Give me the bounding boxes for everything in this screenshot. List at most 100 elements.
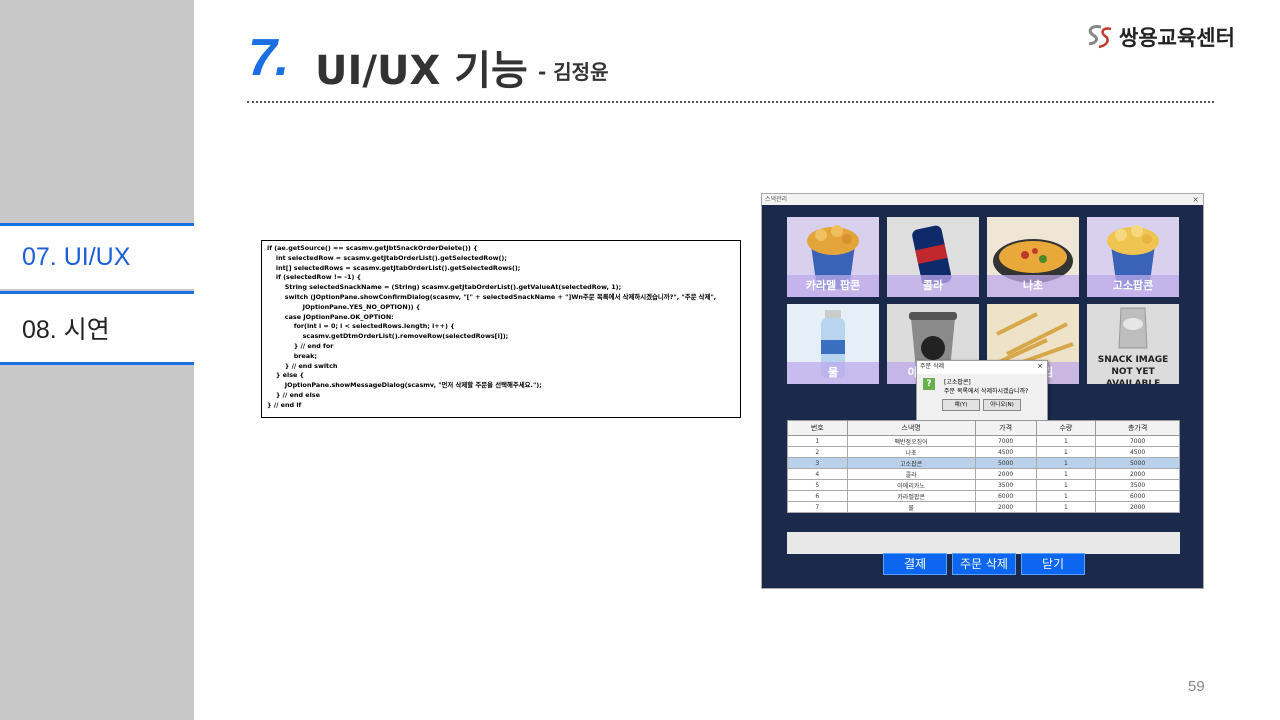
sidebar-item-demo[interactable]: 08. 시연 (0, 291, 194, 365)
table-cell: 2000 (974, 468, 1037, 480)
code-line: JOptionPane.showMessageDialog(scasmv, "먼… (267, 381, 542, 390)
table-cell: 4500 (1095, 446, 1180, 458)
column-header[interactable]: 가격 (974, 420, 1037, 436)
delete-order-button[interactable]: 주문 삭제 (952, 553, 1016, 575)
snack-label: 카라멜 팝콘 (787, 275, 879, 297)
table-row[interactable]: 4 콜라 2000 1 2000 (787, 468, 1180, 480)
table-cell: 1 (1035, 435, 1097, 447)
table-cell: 고소팝콘 (846, 457, 976, 469)
sidebar-item-label: 07. UI/UX (22, 243, 131, 271)
table-row[interactable]: 6 카라멜팝콘 6000 1 6000 (787, 490, 1180, 502)
code-line: case JOptionPane.OK_OPTION: (267, 312, 394, 321)
code-snippet: if (ae.getSource() == scasmv.getJbtSnack… (261, 240, 741, 418)
app-screenshot: 스낵관리 × 카라멜 팝콘 콜라 나초 고소팝콘 물 SNACK IMAGE N… (761, 193, 1204, 589)
code-line: switch (JOptionPane.showConfirmDialog(sc… (267, 292, 717, 301)
table-cell: 1 (1035, 501, 1097, 513)
table-empty-area (787, 532, 1180, 554)
table-cell: 카라멜팝콘 (846, 490, 976, 502)
snack-card-savory-popcorn[interactable]: 고소팝콘 (1087, 217, 1179, 297)
logo-text: 쌍용교육센터 (1119, 26, 1235, 50)
dialog-yes-button[interactable]: 예(Y) (942, 399, 980, 411)
sidebar-item-label: 08. 시연 (22, 316, 110, 344)
title-divider (247, 101, 1214, 103)
dialog-title: 주문 삭제 (920, 363, 944, 370)
pay-button[interactable]: 결제 (883, 553, 947, 575)
dialog-message-line2: 주문 목록에서 삭제하시겠습니까? (944, 388, 1029, 395)
column-header[interactable]: 총가격 (1095, 420, 1180, 436)
code-line: JOptionPane.YES_NO_OPTION)) { (267, 302, 421, 311)
page-subtitle: - 김정윤 (538, 60, 609, 84)
code-line: scasmv.getDtmOrderList().removeRow(selec… (267, 332, 509, 341)
table-cell: 6000 (1095, 490, 1180, 502)
code-line: } // end for (267, 341, 334, 350)
table-cell: 1 (1035, 446, 1097, 458)
snack-label: 물 (787, 362, 879, 384)
column-header[interactable]: 수량 (1035, 420, 1097, 436)
dialog-close-icon[interactable]: × (1037, 362, 1043, 370)
table-cell: 3500 (974, 479, 1037, 491)
table-cell: 2000 (974, 501, 1037, 513)
table-row[interactable]: 5 아메리카노 3500 1 3500 (787, 479, 1180, 491)
dialog-body: ? [고소팝콘] 주문 목록에서 삭제하시겠습니까? 예(Y) 아니오(N) (917, 374, 1047, 423)
snack-card-water[interactable]: 물 (787, 304, 879, 384)
code-line: int[] selectedRows = scasmv.getJtabOrder… (267, 263, 521, 272)
table-cell: 1 (1035, 457, 1097, 469)
table-cell: 5000 (974, 457, 1037, 469)
table-cell: 1 (1035, 468, 1097, 480)
table-cell: 2 (787, 446, 848, 458)
table-cell: 3500 (1095, 479, 1180, 491)
table-cell: 3 (787, 457, 848, 469)
column-header[interactable]: 번호 (787, 420, 848, 436)
close-icon[interactable]: × (1192, 194, 1199, 205)
page-number: 59 (1188, 678, 1205, 695)
snack-card-nachos[interactable]: 나초 (987, 217, 1079, 297)
table-cell: 6000 (974, 490, 1037, 502)
dialog-no-button[interactable]: 아니오(N) (983, 399, 1021, 411)
code-line: } else { (267, 371, 305, 380)
table-cell: 2000 (1095, 468, 1180, 480)
logo: 쌍용교육센터 (1083, 22, 1235, 52)
dialog-message-line1: [고소팝콘] (944, 379, 971, 386)
table-cell: 7 (787, 501, 848, 513)
table-cell: 7000 (974, 435, 1037, 447)
table-cell: 1 (787, 435, 848, 447)
code-line: } // end else (267, 390, 320, 399)
table-cell: 아메리카노 (846, 479, 976, 491)
code-line: break; (267, 351, 317, 360)
table-row[interactable]: 7 물 2000 1 2000 (787, 501, 1180, 513)
table-cell: 팩반점오징어 (846, 435, 976, 447)
table-cell: 1 (1035, 479, 1097, 491)
code-line: if (selectedRow != -1) { (267, 273, 362, 282)
table-row[interactable]: 2 나초 4500 1 4500 (787, 446, 1180, 458)
app-titlebar: 스낵관리 × (762, 194, 1203, 205)
code-line: } // end if (267, 400, 302, 409)
code-line: for(int i = 0; i < selectedRows.length; … (267, 322, 455, 331)
logo-icon (1088, 25, 1112, 49)
snack-card-cola[interactable]: 콜라 (887, 217, 979, 297)
confirm-dialog: 주문 삭제 × ? [고소팝콘] 주문 목록에서 삭제하시겠습니까? 예(Y) … (916, 360, 1048, 424)
table-row[interactable]: 3 고소팝콘 5000 1 5000 (787, 457, 1180, 469)
code-line: int selectedRow = scasmv.getJtabOrderLis… (267, 253, 507, 262)
page-title: UI/UX 기능 (315, 48, 528, 94)
snack-card-no-image[interactable]: SNACK IMAGE NOT YET AVAILABLE (1087, 304, 1179, 384)
snack-label: 고소팝콘 (1087, 275, 1179, 297)
code-line: } // end switch (267, 361, 338, 370)
code-line: String selectedSnackName = (String) scas… (267, 283, 622, 292)
table-cell: 6 (787, 490, 848, 502)
table-row[interactable]: 1 팩반점오징어 7000 1 7000 (787, 435, 1180, 447)
order-table: 번호 스낵명 가격 수량 총가격 1 팩반점오징어 7000 1 7000 2 나초 4500 1 450… (787, 420, 1180, 513)
no-image-text: SNACK IMAGE NOT YET AVAILABLE (1097, 355, 1169, 384)
table-cell: 5 (787, 479, 848, 491)
sidebar-item-uiux[interactable]: 07. UI/UX (0, 223, 194, 289)
table-cell: 4500 (974, 446, 1037, 458)
snack-card-caramel-popcorn[interactable]: 카라멜 팝콘 (787, 217, 879, 297)
app-window-title: 스낵관리 (765, 196, 788, 203)
snack-bag-icon (1118, 307, 1148, 349)
table-cell: 5000 (1095, 457, 1180, 469)
table-cell: 1 (1035, 490, 1097, 502)
table-cell: 물 (846, 501, 976, 513)
code-line: if (ae.getSource() == scasmv.getJbtSnack… (267, 244, 478, 252)
table-cell: 7000 (1095, 435, 1180, 447)
close-button[interactable]: 닫기 (1021, 553, 1085, 575)
column-header[interactable]: 스낵명 (846, 420, 976, 436)
